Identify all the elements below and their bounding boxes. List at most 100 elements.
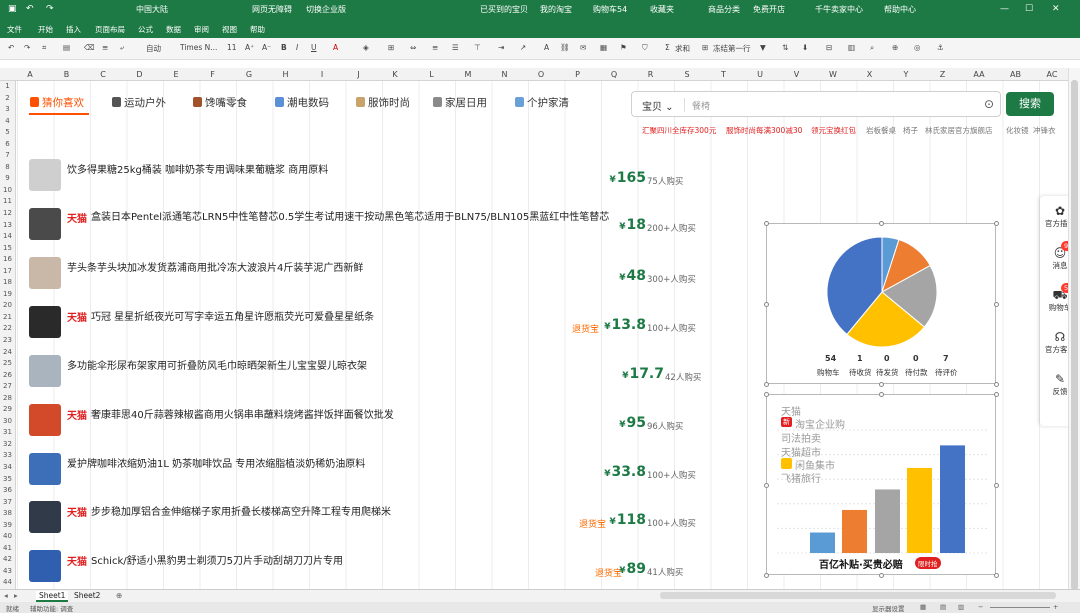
product-thumbnail[interactable] [29, 404, 61, 436]
search-input[interactable]: 餐椅 [692, 99, 710, 112]
resize-handle[interactable] [764, 482, 769, 488]
tab-insert[interactable]: 插入 [66, 24, 81, 35]
nav-link-enterprise[interactable]: 切换企业版 [306, 4, 346, 15]
display-settings[interactable]: 显示器设置 [872, 603, 905, 613]
category-tab[interactable]: 猜你喜欢 [30, 95, 84, 110]
search-box[interactable]: 宝贝 ⌄ 餐椅 ⊙ [631, 91, 1001, 117]
column-header-cell[interactable]: E [166, 70, 186, 79]
column-header-cell[interactable]: AA [969, 70, 989, 79]
anchor-icon[interactable]: ⚓ [937, 43, 944, 52]
service-link[interactable]: 淘宝企业购 [795, 416, 845, 431]
category-tab[interactable]: 个护家清 [515, 95, 569, 110]
row-header-cell[interactable]: 41 [0, 544, 15, 552]
product-title[interactable]: 饮多得果糖25kg桶装 咖啡奶茶专用调味果葡糖浆 商用原料 [67, 163, 607, 178]
zoom-in-icon[interactable]: + [1053, 603, 1058, 611]
product-title[interactable]: 爱护牌咖啡浓缩奶油1L 奶茶咖啡饮品 专用浓缩脂植淡奶稀奶油原料 [67, 457, 607, 472]
minimize-icon[interactable]: — [1000, 4, 1009, 14]
redo-small-icon[interactable]: ↷ [24, 43, 30, 52]
hot-search-link[interactable]: 椅子 [903, 125, 918, 136]
align-center-icon[interactable]: ☰ [452, 43, 459, 52]
product-thumbnail[interactable] [29, 159, 61, 191]
row-header-cell[interactable]: 44 [0, 578, 15, 586]
text-color-icon[interactable]: A [544, 43, 549, 52]
row-header-cell[interactable]: 2 [0, 94, 15, 102]
freeze-label[interactable]: 冻结第一行 [713, 43, 751, 54]
column-header-cell[interactable]: K [385, 70, 405, 79]
column-header-cell[interactable]: B [57, 70, 77, 79]
sheet-tab-2[interactable]: Sheet2 [74, 591, 100, 600]
row-header-cell[interactable]: 32 [0, 440, 15, 448]
nav-link-help[interactable]: 帮助中心 [884, 4, 916, 15]
search-scope-select[interactable]: 宝贝 ⌄ [642, 98, 674, 113]
nav-link-favorites[interactable]: 收藏夹 [650, 4, 674, 15]
column-header-cell[interactable]: N [495, 70, 515, 79]
nav-link-my-taobao[interactable]: 我的淘宝 [540, 4, 572, 15]
product-title[interactable]: 多功能伞形尿布架家用可折叠防风毛巾晾晒架新生儿宝宝婴儿晾衣架 [67, 359, 607, 374]
column-header-cell[interactable]: I [312, 70, 332, 79]
resize-handle[interactable] [764, 221, 769, 226]
sum-label[interactable]: 求和 [675, 43, 690, 54]
column-header-cell[interactable]: AB [1006, 70, 1026, 79]
close-icon[interactable]: ✕ [1052, 4, 1060, 14]
column-header-cell[interactable]: X [860, 70, 880, 79]
row-header-cell[interactable]: 10 [0, 186, 15, 194]
row-header-cell[interactable]: 18 [0, 278, 15, 286]
row-header-cell[interactable]: 3 [0, 105, 15, 113]
worksheet-icon[interactable]: ▥ [848, 43, 855, 52]
service-link[interactable]: 司法拍卖 [781, 430, 821, 445]
zoom-slider[interactable] [990, 607, 1050, 608]
sheet-tab-1[interactable]: Sheet1 [36, 591, 69, 602]
resize-handle[interactable] [994, 392, 999, 397]
shrink-font-icon[interactable]: A⁻ [262, 43, 271, 52]
product-thumbnail[interactable] [29, 208, 61, 240]
italic-icon[interactable]: I [296, 43, 298, 52]
nav-link-cart[interactable]: 购物车54 [593, 4, 627, 15]
sheet-next-icon[interactable]: ▸ [14, 591, 18, 600]
formula-bar[interactable] [0, 60, 1080, 68]
sheet-prev-icon[interactable]: ◂ [4, 591, 8, 600]
maximize-icon[interactable]: ☐ [1025, 4, 1033, 14]
product-thumbnail[interactable] [29, 453, 61, 485]
column-header-cell[interactable]: F [203, 70, 223, 79]
region-label[interactable]: 中国大陆 [136, 4, 168, 15]
align-left-icon[interactable]: ≡ [432, 43, 438, 52]
product-row[interactable]: 爱护牌咖啡浓缩奶油1L 奶茶咖啡饮品 专用浓缩脂植淡奶稀奶油原料 ¥33.8 100… [17, 450, 747, 498]
nav-link-accessibility[interactable]: 网页无障碍 [252, 4, 292, 15]
category-tab[interactable]: 潮电数码 [275, 95, 329, 110]
row-header-cell[interactable]: 40 [0, 532, 15, 540]
paste-icon[interactable]: ▤ [63, 43, 70, 52]
row-header-cell[interactable]: 35 [0, 475, 15, 483]
stat-label[interactable]: 购物车 [817, 367, 840, 378]
column-header-cell[interactable]: M [458, 70, 478, 79]
bar-chart-panel[interactable]: 天猫 淘宝企业购 司法拍卖 天猫超市 闲鱼集市 飞猪旅行新 百亿补贴·买贵必赔 限时抢 [764, 392, 999, 578]
row-header-cell[interactable]: 11 [0, 197, 15, 205]
wrap-icon[interactable]: ⤶ [120, 43, 124, 53]
normal-view-icon[interactable]: ▦ [920, 603, 926, 611]
row-header-cell[interactable]: 16 [0, 255, 15, 263]
protect-icon[interactable]: ⛉ [642, 43, 648, 53]
hot-search-link[interactable]: 冲锋衣 [1033, 125, 1056, 136]
filter-icon[interactable]: ▼ [760, 43, 766, 52]
fill-icon[interactable]: ⬇ [802, 43, 808, 52]
row-header-cell[interactable]: 14 [0, 232, 15, 240]
scroll-thumb[interactable] [1071, 80, 1078, 590]
row-header-cell[interactable]: 42 [0, 555, 15, 563]
vertical-scrollbar[interactable] [1068, 68, 1080, 590]
row-header-cell[interactable]: 20 [0, 301, 15, 309]
row-header-cell[interactable]: 15 [0, 244, 15, 252]
add-sheet-icon[interactable]: ⊕ [116, 591, 122, 600]
resize-handle[interactable] [764, 573, 769, 578]
row-header-cell[interactable]: 13 [0, 221, 15, 229]
underline-icon[interactable]: U [311, 43, 317, 52]
row-header-cell[interactable]: 19 [0, 290, 15, 298]
column-header-cell[interactable]: G [239, 70, 259, 79]
merge-icon[interactable]: ⇔ [410, 43, 416, 52]
category-tab[interactable]: 家居日用 [433, 95, 487, 110]
nav-link-categories[interactable]: 商品分类 [708, 4, 740, 15]
column-header-cell[interactable]: R [641, 70, 661, 79]
hot-search-link[interactable]: 化妆镜 [1006, 125, 1029, 136]
globe-icon[interactable]: ◎ [914, 43, 921, 52]
tab-formulas[interactable]: 公式 [138, 24, 153, 35]
align-icon[interactable]: ≡ [102, 43, 108, 52]
product-title[interactable]: 步步稳加厚铝合金伸缩梯子家用折叠长楼梯高空升降工程专用爬梯米 [91, 505, 631, 520]
